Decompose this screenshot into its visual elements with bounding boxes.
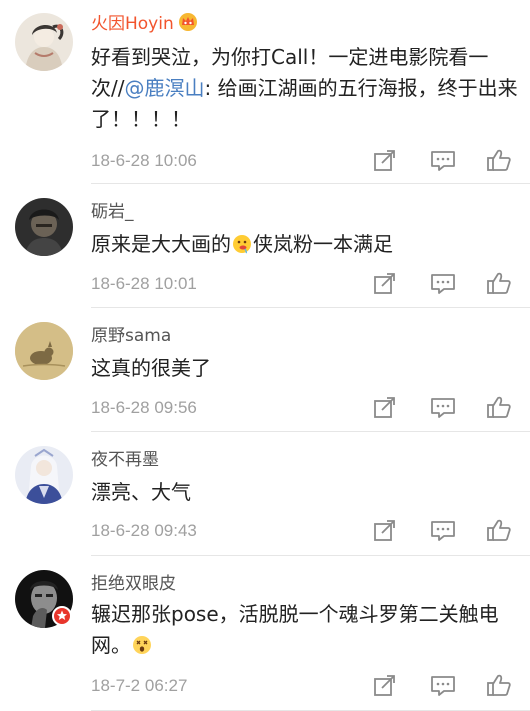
repost-button[interactable]	[372, 519, 398, 543]
comment-text: 辗迟那张pose，活脱脱一个魂斗罗第二关触电网。	[91, 599, 521, 661]
like-button[interactable]	[486, 518, 512, 542]
avatar[interactable]	[15, 13, 73, 71]
like-icon	[487, 674, 511, 696]
timestamp: 18-6-28 09:43	[91, 521, 197, 540]
comment-button[interactable]	[430, 674, 456, 698]
repost-button[interactable]	[372, 396, 398, 420]
like-icon	[487, 396, 511, 418]
verified-star-icon	[57, 610, 67, 620]
avatar[interactable]	[15, 322, 73, 380]
comment-feed: 火因Hoyin 好看到哭泣，为你打Call！一定进电影院看一次//@鹿溟山: 给…	[0, 0, 530, 711]
comment-item: 夜不再墨 漂亮、大气 18-6-28 09:43	[0, 432, 530, 556]
like-icon	[487, 272, 511, 294]
repost-icon	[374, 397, 395, 418]
mention-link[interactable]: @鹿溟山	[124, 76, 204, 100]
timestamp: 18-7-2 06:27	[91, 676, 188, 695]
comment-item: 原野sama 这真的很美了 18-6-28 09:56	[0, 308, 530, 432]
timestamp: 18-6-28 09:56	[91, 398, 197, 417]
comment-text: 漂亮、大气	[91, 480, 191, 504]
drooling-face-emoji	[233, 235, 251, 254]
repost-icon	[374, 150, 395, 171]
comment-text: 这真的很美了	[91, 356, 211, 380]
comment-text: 原来是大大画的 侠岚粉一本满足	[91, 229, 521, 260]
username-text: 火因Hoyin	[91, 14, 174, 34]
comment-item: 拒绝双眼皮 辗迟那张pose，活脱脱一个魂斗罗第二关触电网。 18-7-2 06…	[0, 556, 530, 711]
repost-icon	[374, 520, 395, 541]
vip-crown-icon	[178, 13, 197, 31]
like-button[interactable]	[486, 148, 512, 172]
like-icon	[487, 519, 511, 541]
comment-button[interactable]	[430, 396, 456, 420]
repost-button[interactable]	[372, 674, 398, 698]
avatar[interactable]	[15, 446, 73, 504]
username[interactable]: 拒绝双眼皮	[91, 573, 176, 595]
comment-icon	[431, 398, 455, 418]
username[interactable]: 砺岩_	[91, 201, 134, 223]
repost-icon	[374, 675, 395, 696]
repost-button[interactable]	[372, 272, 398, 296]
comment-icon	[431, 151, 455, 171]
comment-button[interactable]	[430, 149, 456, 173]
timestamp: 18-6-28 10:06	[91, 151, 197, 170]
comment-text-part: 侠岚粉一本满足	[253, 232, 393, 256]
comment-icon	[431, 274, 455, 294]
username[interactable]: 原野sama	[91, 325, 171, 347]
username[interactable]: 火因Hoyin	[91, 12, 198, 35]
like-icon	[487, 149, 511, 171]
comment-text-part: 辗迟那张pose，活脱脱一个魂斗罗第二关触电网。	[91, 602, 499, 657]
comment-text-part: 原来是大大画的	[91, 232, 231, 256]
like-button[interactable]	[486, 395, 512, 419]
comment-button[interactable]	[430, 272, 456, 296]
avatar[interactable]	[15, 198, 73, 256]
verified-badge	[52, 606, 72, 626]
comment-item: 砺岩_ 原来是大大画的 侠岚粉一本满足 18-6-28 10:01	[0, 184, 530, 308]
like-button[interactable]	[486, 271, 512, 295]
username[interactable]: 夜不再墨	[91, 449, 159, 471]
comment-button[interactable]	[430, 519, 456, 543]
timestamp: 18-6-28 10:01	[91, 274, 197, 293]
repost-icon	[374, 273, 395, 294]
comment-icon	[431, 676, 455, 696]
comment-text: 好看到哭泣，为你打Call！一定进电影院看一次//@鹿溟山: 给画江湖画的五行海…	[91, 42, 521, 135]
comment-item: 火因Hoyin 好看到哭泣，为你打Call！一定进电影院看一次//@鹿溟山: 给…	[0, 0, 530, 184]
repost-button[interactable]	[372, 149, 398, 173]
comment-icon	[431, 521, 455, 541]
dizzy-face-emoji	[133, 636, 151, 654]
like-button[interactable]	[486, 673, 512, 697]
